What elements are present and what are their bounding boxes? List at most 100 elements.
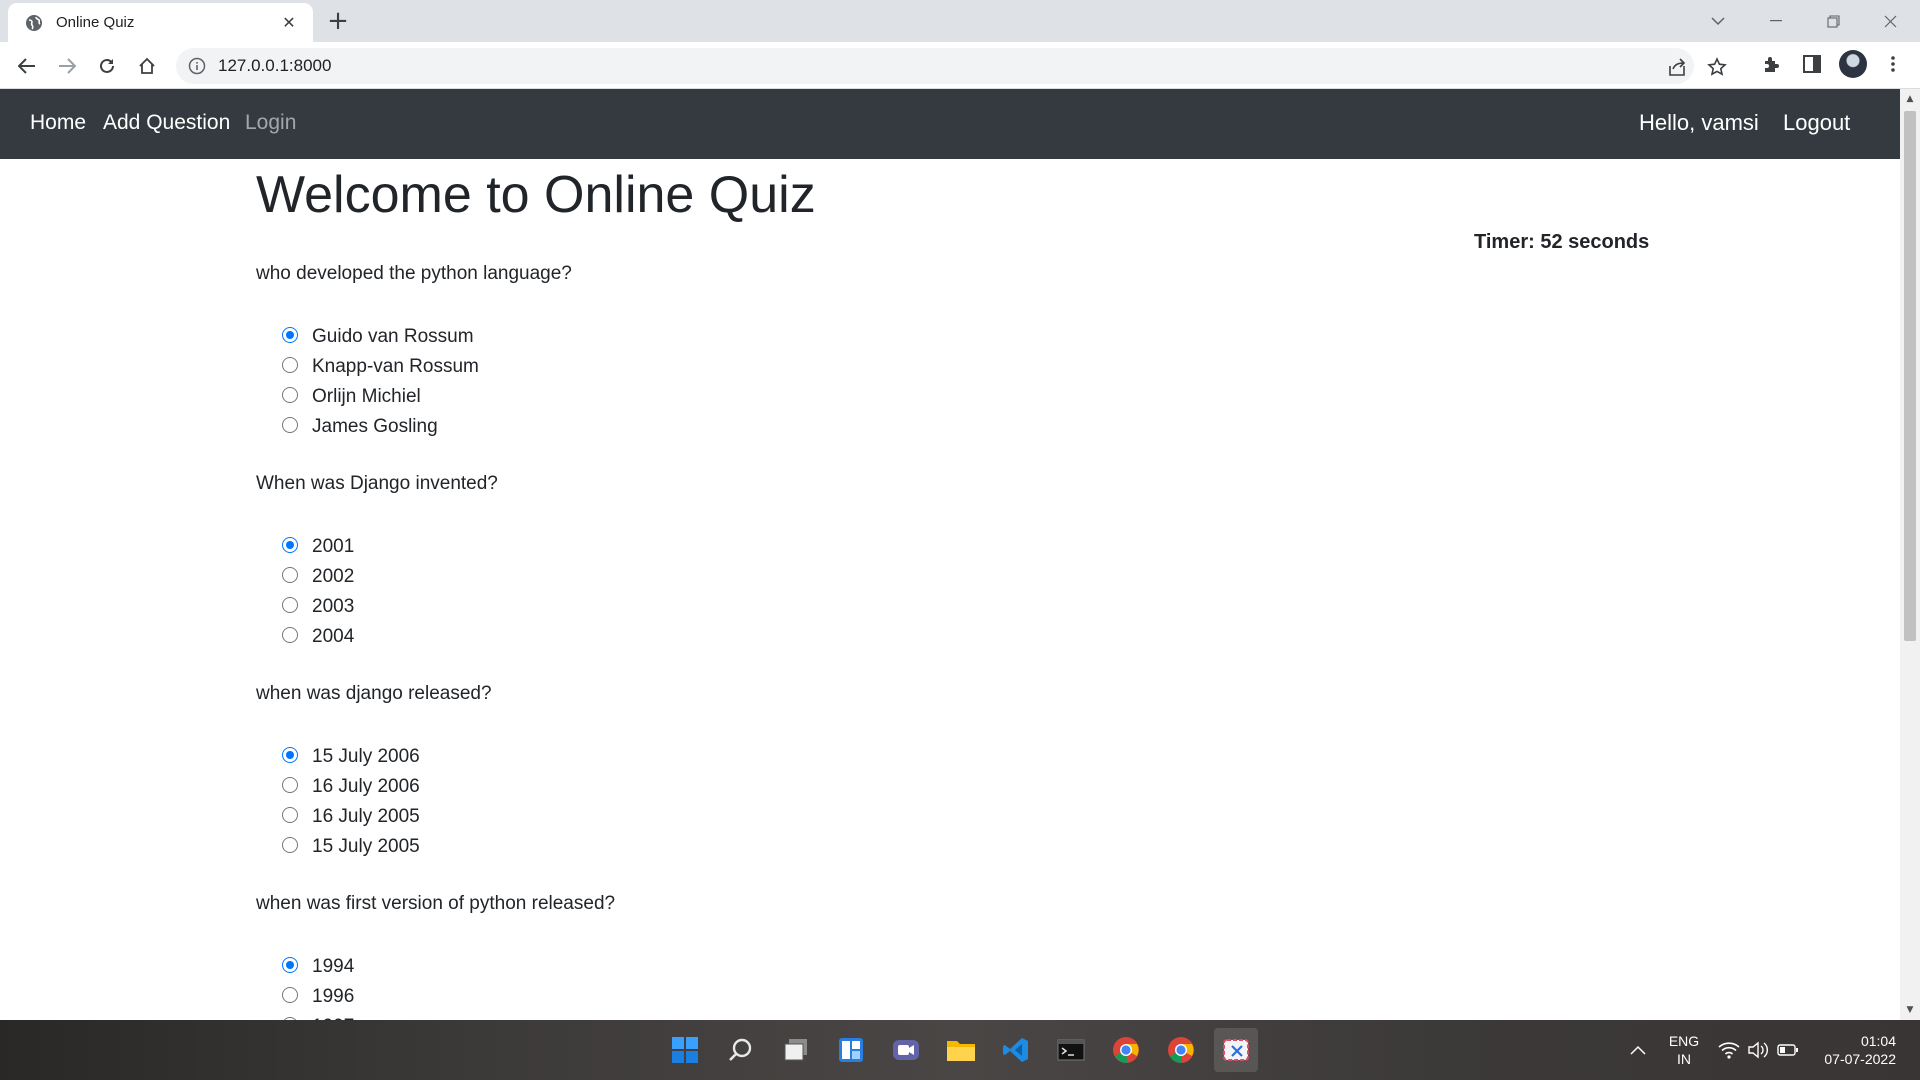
wifi-icon[interactable] [1717, 1038, 1741, 1062]
battery-icon[interactable] [1776, 1038, 1800, 1062]
teams-chat-icon[interactable] [886, 1030, 926, 1070]
site-info-icon[interactable] [186, 55, 208, 77]
back-icon[interactable] [12, 51, 42, 81]
radio-button-selected[interactable] [282, 327, 298, 343]
volume-icon[interactable] [1746, 1038, 1770, 1062]
vscode-icon[interactable] [996, 1030, 1036, 1070]
widgets-icon[interactable] [831, 1030, 871, 1070]
close-tab-icon[interactable]: ✕ [279, 13, 299, 32]
tab-search-icon[interactable] [1696, 6, 1740, 36]
option-2001[interactable]: 2001 [282, 532, 1156, 562]
radio-button[interactable] [282, 357, 298, 373]
option-knapp-van-rossum[interactable]: Knapp-van Rossum [282, 352, 1156, 382]
option-1997[interactable]: 1997 [282, 1012, 1156, 1020]
chevron-up-icon[interactable] [1626, 1038, 1650, 1062]
question-block: when was first version of python release… [256, 892, 1156, 1020]
radio-button[interactable] [282, 627, 298, 643]
scroll-down-arrow-icon[interactable]: ▼ [1900, 1002, 1920, 1018]
radio-button[interactable] [282, 387, 298, 403]
option-16-july-2006[interactable]: 16 July 2006 [282, 772, 1156, 802]
option-15-july-2006[interactable]: 15 July 2006 [282, 742, 1156, 772]
option-2003[interactable]: 2003 [282, 592, 1156, 622]
radio-button[interactable] [282, 567, 298, 583]
chrome-profile-icon[interactable] [1106, 1030, 1146, 1070]
timer-display: Timer: 52 seconds [1474, 231, 1650, 253]
radio-button[interactable] [282, 987, 298, 1003]
search-icon[interactable] [720, 1030, 760, 1070]
radio-button-selected[interactable] [282, 957, 298, 973]
forward-icon[interactable] [52, 51, 82, 81]
close-window-icon[interactable] [1868, 6, 1912, 36]
menu-kebab-icon[interactable] [1880, 51, 1906, 77]
options-list: 1994 1996 1997 [256, 952, 1156, 1020]
task-view-icon[interactable] [776, 1030, 816, 1070]
new-tab-icon[interactable]: + [324, 8, 352, 36]
option-1994[interactable]: 1994 [282, 952, 1156, 982]
home-icon[interactable] [132, 51, 162, 81]
question-text: When was Django invented? [256, 473, 498, 494]
radio-button[interactable] [282, 837, 298, 853]
option-2004[interactable]: 2004 [282, 622, 1156, 652]
globe-icon [26, 14, 42, 31]
greeting-text: Hello, vamsi [1639, 110, 1759, 135]
address-bar[interactable]: 127.0.0.1:8000 [176, 48, 1727, 84]
snipping-tool-icon[interactable] [1214, 1028, 1258, 1072]
file-explorer-icon[interactable] [941, 1030, 981, 1070]
clock[interactable]: 01:04 07-07-2022 [1810, 1032, 1896, 1068]
option-label: Guido van Rossum [312, 326, 474, 347]
radio-button[interactable] [282, 807, 298, 823]
question-block: when was django released? 15 July 2006 1… [256, 682, 1156, 862]
question-block: When was Django invented? 2001 2002 2003… [256, 472, 1156, 652]
option-label: 2003 [312, 596, 355, 617]
options-list: 2001 2002 2003 2004 [256, 532, 1156, 652]
nav-login-link[interactable]: Login [245, 111, 296, 135]
language-indicator[interactable]: ENG IN [1664, 1032, 1704, 1068]
chrome-icon[interactable] [1161, 1030, 1201, 1070]
side-panel-icon[interactable] [1799, 51, 1825, 77]
reload-icon[interactable] [92, 51, 122, 81]
radio-button[interactable] [282, 777, 298, 793]
option-label: 2002 [312, 566, 355, 587]
option-orlijn-michiel[interactable]: Orlijn Michiel [282, 382, 1156, 412]
option-label: 2001 [312, 536, 355, 557]
radio-button[interactable] [282, 417, 298, 433]
nav-add-question-link[interactable]: Add Question [103, 111, 230, 135]
browser-tab[interactable]: Online Quiz ✕ [8, 3, 313, 42]
nav-home-link[interactable]: Home [30, 111, 86, 135]
scroll-up-arrow-icon[interactable]: ▲ [1900, 91, 1920, 107]
site-navbar: Home Add Question Login Hello, vamsi Log… [0, 89, 1900, 159]
options-list: Guido van Rossum Knapp-van Rossum Orlijn… [256, 322, 1156, 442]
question-text: who developed the python language? [256, 263, 572, 284]
option-label: 1994 [312, 956, 355, 977]
option-label: Knapp-van Rossum [312, 356, 479, 377]
option-label: 1997 [312, 1012, 354, 1020]
language-code: ENG [1668, 1033, 1700, 1049]
page-title: Welcome to Online Quiz [256, 166, 816, 224]
option-label: Orlijn Michiel [312, 386, 421, 407]
option-1996[interactable]: 1996 [282, 982, 1156, 1012]
minimize-icon[interactable] [1754, 6, 1798, 36]
option-label: James Gosling [312, 416, 438, 437]
restore-icon[interactable] [1811, 6, 1855, 36]
option-15-july-2005[interactable]: 15 July 2005 [282, 832, 1156, 862]
option-label: 16 July 2005 [312, 806, 420, 827]
option-16-july-2005[interactable]: 16 July 2005 [282, 802, 1156, 832]
radio-button[interactable] [282, 597, 298, 613]
clock-time: 01:04 [1860, 1033, 1896, 1049]
page-scrollbar[interactable]: ▲ ▼ [1900, 89, 1920, 1020]
bookmark-star-icon[interactable] [1706, 56, 1728, 78]
option-2002[interactable]: 2002 [282, 562, 1156, 592]
radio-button-selected[interactable] [282, 747, 298, 763]
radio-button-selected[interactable] [282, 537, 298, 553]
profile-avatar[interactable] [1839, 50, 1867, 78]
option-label: 16 July 2006 [312, 776, 420, 797]
windows-start-icon[interactable] [665, 1030, 705, 1070]
scrollbar-thumb[interactable] [1904, 111, 1916, 641]
option-guido-van-rossum[interactable]: Guido van Rossum [282, 322, 1156, 352]
option-james-gosling[interactable]: James Gosling [282, 412, 1156, 442]
share-icon[interactable] [1666, 56, 1688, 78]
extensions-icon[interactable] [1758, 51, 1784, 77]
terminal-icon[interactable] [1051, 1030, 1091, 1070]
logout-link[interactable]: Logout [1783, 110, 1850, 136]
question-text: when was django released? [256, 683, 492, 704]
